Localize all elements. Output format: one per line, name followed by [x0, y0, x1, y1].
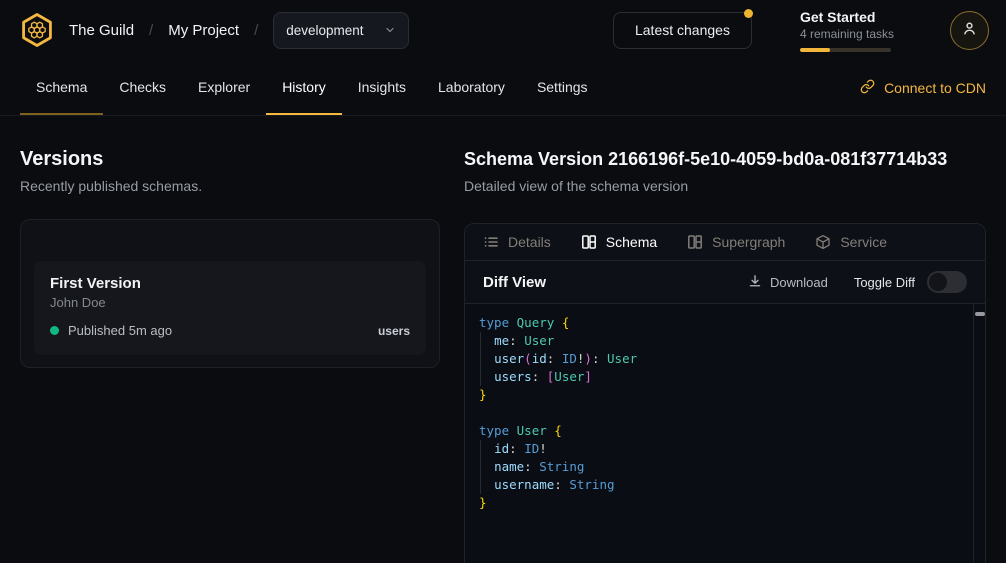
code-line: users: [User]: [479, 368, 959, 386]
detail-tab-service[interactable]: Service: [815, 234, 887, 250]
nav-tab-history[interactable]: History: [266, 60, 342, 115]
latest-changes-label: Latest changes: [635, 22, 730, 38]
download-label: Download: [770, 275, 828, 290]
breadcrumb-organization[interactable]: The Guild: [69, 22, 134, 39]
versions-list-card: First Version John Doe Published 5m ago …: [20, 219, 440, 368]
versions-panel: Versions Recently published schemas. Fir…: [0, 116, 464, 563]
get-started-progress-bar: [800, 48, 891, 52]
schema-version-title: Schema Version 2166196f-5e10-4059-bd0a-0…: [464, 147, 986, 171]
published-status-dot: [50, 326, 59, 335]
schema-code-viewer: type Query { me: User user(id: ID!): Use…: [465, 304, 985, 563]
nav-tab-insights[interactable]: Insights: [342, 60, 422, 115]
detail-tab-supergraph[interactable]: Supergraph: [687, 234, 785, 250]
connect-to-cdn-link[interactable]: Connect to CDN: [860, 60, 986, 115]
code-line: name: String: [479, 458, 959, 476]
nav-tab-explorer[interactable]: Explorer: [182, 60, 266, 115]
scrollbar-thumb[interactable]: [975, 312, 985, 316]
list-icon: [483, 234, 499, 250]
diff-view-actions: Download Toggle Diff: [748, 271, 967, 293]
connect-to-cdn-label: Connect to CDN: [884, 80, 986, 96]
versions-title: Versions: [20, 147, 440, 171]
progress-fill: [800, 48, 830, 52]
nav-tab-checks[interactable]: Checks: [103, 60, 182, 115]
target-selector-dropdown[interactable]: development: [273, 12, 408, 49]
version-list-item[interactable]: First Version John Doe Published 5m ago …: [34, 261, 426, 355]
detail-tab-label: Schema: [606, 234, 657, 250]
diff-view-title: Diff View: [483, 274, 546, 291]
toggle-diff-switch[interactable]: [927, 271, 967, 293]
code-line: id: ID!: [479, 440, 959, 458]
main-nav: Schema Checks Explorer History Insights …: [0, 60, 1006, 116]
indent-guide: [480, 440, 481, 494]
schema-version-detail-panel: Schema Version 2166196f-5e10-4059-bd0a-0…: [464, 116, 1006, 563]
top-bar: The Guild / My Project / development Lat…: [0, 0, 1006, 60]
main-content: Versions Recently published schemas. Fir…: [0, 116, 1006, 563]
download-icon: [748, 274, 762, 291]
breadcrumb-separator: /: [254, 22, 258, 39]
toggle-diff-label: Toggle Diff: [854, 275, 915, 290]
schema-version-subtitle: Detailed view of the schema version: [464, 178, 986, 194]
schema-version-card: Details Schema Supergraph: [464, 223, 986, 563]
indent-guide: [480, 332, 481, 386]
download-button[interactable]: Download: [748, 274, 828, 291]
code-line: }: [479, 386, 959, 404]
detail-tab-label: Supergraph: [712, 234, 785, 250]
version-meta-row: Published 5m ago users: [50, 323, 410, 338]
person-icon: [961, 20, 978, 40]
get-started-title: Get Started: [800, 9, 894, 26]
chevron-down-icon: [384, 24, 396, 36]
code-line: user(id: ID!): User: [479, 350, 959, 368]
detail-tab-label: Service: [840, 234, 887, 250]
code-line: username: String: [479, 476, 959, 494]
code-line: [479, 404, 959, 422]
columns-icon: [581, 234, 597, 250]
cube-icon: [815, 234, 831, 250]
breadcrumb: The Guild / My Project / development: [20, 11, 409, 49]
code-line: me: User: [479, 332, 959, 350]
code-line: }: [479, 494, 959, 512]
user-avatar-button[interactable]: [950, 11, 989, 50]
diff-view-header: Diff View Download Toggle Diff: [465, 261, 985, 304]
nav-tab-schema[interactable]: Schema: [20, 60, 103, 115]
code-line: type User {: [479, 422, 959, 440]
breadcrumb-project[interactable]: My Project: [168, 22, 239, 39]
versions-subtitle: Recently published schemas.: [20, 178, 440, 194]
detail-tab-schema[interactable]: Schema: [581, 234, 657, 250]
detail-tab-list: Details Schema Supergraph: [465, 224, 985, 261]
service-badge: users: [378, 324, 410, 338]
nav-tab-list: Schema Checks Explorer History Insights …: [20, 60, 604, 115]
code-block: type Query { me: User user(id: ID!): Use…: [479, 314, 959, 512]
get-started-widget[interactable]: Get Started 4 remaining tasks: [800, 9, 894, 52]
top-bar-right: Latest changes Get Started 4 remaining t…: [613, 9, 989, 52]
version-name: First Version: [50, 275, 410, 292]
get-started-remaining-tasks: 4 remaining tasks: [800, 27, 894, 42]
version-author: John Doe: [50, 295, 410, 310]
link-icon: [860, 79, 875, 97]
nav-tab-settings[interactable]: Settings: [521, 60, 604, 115]
guild-hive-logo-icon[interactable]: [20, 11, 54, 49]
code-scrollbar[interactable]: [973, 304, 985, 563]
nav-tab-laboratory[interactable]: Laboratory: [422, 60, 521, 115]
target-selector-value: development: [286, 23, 363, 38]
app-root: The Guild / My Project / development Lat…: [0, 0, 1006, 563]
latest-changes-button[interactable]: Latest changes: [613, 12, 752, 49]
notification-dot: [744, 9, 753, 18]
columns-icon: [687, 234, 703, 250]
detail-tab-label: Details: [508, 234, 551, 250]
breadcrumb-separator: /: [149, 22, 153, 39]
toggle-diff-group: Toggle Diff: [854, 271, 967, 293]
detail-tab-details[interactable]: Details: [483, 234, 551, 250]
code-line: type Query {: [479, 314, 959, 332]
switch-knob: [929, 273, 947, 291]
version-status: Published 5m ago: [68, 323, 172, 338]
